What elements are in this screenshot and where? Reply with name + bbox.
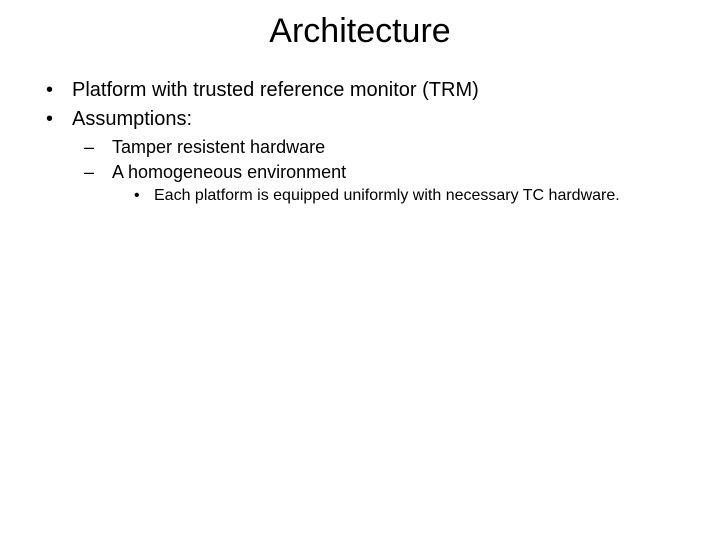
- bullet-marker: •: [42, 108, 72, 131]
- list-item: • Platform with trusted reference monito…: [42, 79, 720, 102]
- list-item: – A homogeneous environment: [42, 162, 720, 183]
- list-item: – Tamper resistent hardware: [42, 137, 720, 158]
- dash-marker: –: [84, 137, 112, 158]
- slide-title: Architecture: [0, 12, 720, 51]
- bullet-text: A homogeneous environment: [112, 162, 346, 183]
- bullet-marker: •: [42, 79, 72, 102]
- bullet-marker: •: [132, 187, 154, 205]
- bullet-text: Each platform is equipped uniformly with…: [154, 187, 620, 205]
- bullet-text: Assumptions:: [72, 108, 192, 131]
- bullet-text: Tamper resistent hardware: [112, 137, 325, 158]
- dash-marker: –: [84, 162, 112, 183]
- list-item: • Each platform is equipped uniformly wi…: [42, 187, 720, 205]
- slide-content: • Platform with trusted reference monito…: [0, 79, 720, 205]
- list-item: • Assumptions:: [42, 108, 720, 131]
- bullet-text: Platform with trusted reference monitor …: [72, 79, 479, 102]
